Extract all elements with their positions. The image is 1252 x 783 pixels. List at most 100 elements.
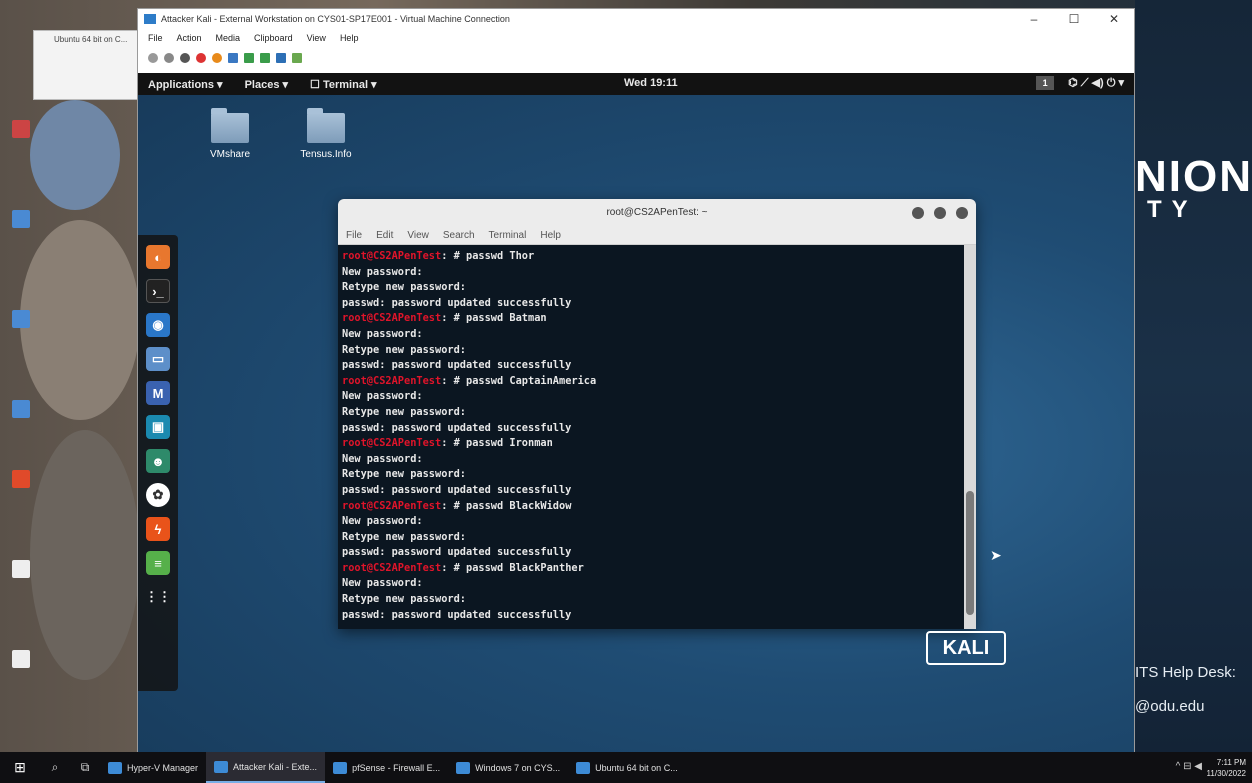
windows-start-icon[interactable]: ⊞ bbox=[0, 759, 40, 776]
app-icon bbox=[456, 761, 471, 774]
taskbar-task-button[interactable]: Hyper-V Manager bbox=[100, 752, 206, 783]
terminal-menu-search[interactable]: Search bbox=[443, 230, 475, 241]
search-icon[interactable]: ⌕ bbox=[40, 760, 70, 775]
vm-menu-view[interactable]: View bbox=[307, 33, 326, 43]
armitage-icon[interactable]: ▣ bbox=[146, 415, 170, 439]
taskbar-clock[interactable]: 7:11 PM 11/30/2022 bbox=[1207, 757, 1246, 779]
checkpoint-icon[interactable] bbox=[260, 53, 270, 63]
kali-system-tray[interactable]: 1 ⌬ ⟋ ◀) ⏻ ▾ bbox=[1036, 76, 1124, 90]
background-vm-window[interactable]: Ubuntu 64 bit on C... bbox=[33, 30, 143, 100]
vm-connection-window[interactable]: Attacker Kali - External Workstation on … bbox=[137, 8, 1135, 754]
metasploit-icon[interactable]: M bbox=[146, 381, 170, 405]
kali-guest-screen[interactable]: Applications ▾ Places ▾ ☐ Terminal ▾ Wed… bbox=[138, 73, 1134, 753]
taskbar-clock-time: 7:11 PM bbox=[1216, 758, 1246, 767]
terminal-menu-file[interactable]: File bbox=[346, 230, 362, 241]
desktop-folder-vmshare[interactable]: VMshare bbox=[190, 108, 270, 160]
vm-menu-action[interactable]: Action bbox=[177, 33, 202, 43]
enhanced-session-icon[interactable] bbox=[292, 53, 302, 63]
taskbar-task-label: Windows 7 on CYS... bbox=[475, 762, 561, 773]
host-wallpaper-right: NION TY ITS Help Desk: @odu.edu bbox=[1135, 0, 1252, 752]
terminal-line: root@CS2APenTest: # passwd BlackWidow bbox=[342, 499, 964, 515]
terminal-line: passwd: password updated successfully bbox=[342, 421, 964, 437]
host-desktop-icon[interactable] bbox=[12, 650, 30, 668]
host-desktop-icon[interactable] bbox=[12, 470, 30, 488]
reset-icon[interactable] bbox=[244, 53, 254, 63]
terminal-line: passwd: password updated successfully bbox=[342, 483, 964, 499]
terminal-text: Retype new password: bbox=[342, 468, 466, 481]
show-apps-icon[interactable]: ⋮⋮ bbox=[145, 585, 171, 609]
user-icon[interactable]: ☻ bbox=[146, 449, 170, 473]
taskbar-task-button[interactable]: pfSense - Firewall E... bbox=[325, 752, 448, 783]
terminal-icon[interactable]: ›_ bbox=[146, 279, 170, 303]
terminal-output[interactable]: root@CS2APenTest: # passwd Thor New passw… bbox=[338, 245, 964, 629]
terminal-titlebar[interactable]: root@CS2APenTest: ~ bbox=[338, 199, 976, 227]
terminal-text: : # passwd BlackWidow bbox=[441, 499, 572, 512]
taskbar-task-label: pfSense - Firewall E... bbox=[352, 762, 441, 773]
terminal-text: passwd: password updated successfully bbox=[342, 608, 572, 621]
wallpaper-help-text: ITS Help Desk: bbox=[1135, 664, 1236, 681]
terminal-text: : # passwd BlackPanther bbox=[441, 561, 584, 574]
vm-menu-help[interactable]: Help bbox=[340, 33, 359, 43]
host-desktop-icon[interactable] bbox=[12, 210, 30, 228]
taskbar-task-label: Attacker Kali - Exte... bbox=[233, 761, 318, 772]
save-icon[interactable] bbox=[212, 53, 222, 63]
terminal-close-button[interactable] bbox=[956, 207, 968, 219]
burpsuite-icon[interactable]: ϟ bbox=[146, 517, 170, 541]
host-desktop-icon[interactable] bbox=[12, 400, 30, 418]
kali-clock[interactable]: Wed 19:11 bbox=[624, 77, 678, 89]
ctrl-alt-del-icon[interactable] bbox=[148, 53, 158, 63]
kali-dock: ◐ ›_ ◉ ▭ M ▣ ☻ ✿ ϟ ≡ ⋮⋮ bbox=[138, 235, 178, 691]
host-desktop-icon[interactable] bbox=[12, 310, 30, 328]
terminal-menu-terminal[interactable]: Terminal bbox=[489, 230, 527, 241]
vm-titlebar[interactable]: Attacker Kali - External Workstation on … bbox=[138, 9, 1134, 29]
system-tray-icons[interactable]: ^ ⊟ ◀ bbox=[1176, 761, 1202, 772]
rock-image-3 bbox=[30, 430, 140, 680]
rock-image-2 bbox=[20, 220, 140, 420]
taskbar-task-button[interactable]: Attacker Kali - Exte... bbox=[206, 752, 326, 783]
terminal-line: passwd: password updated successfully bbox=[342, 545, 964, 561]
terminal-window[interactable]: root@CS2APenTest: ~ File Edit View Searc… bbox=[338, 199, 976, 629]
vm-toolbar bbox=[138, 47, 1134, 69]
terminal-app-menu[interactable]: ☐ Terminal ▾ bbox=[300, 78, 389, 91]
vm-menu-media[interactable]: Media bbox=[216, 33, 241, 43]
status-icons[interactable]: ⌬ ⟋ ◀) ⏻ ▾ bbox=[1068, 76, 1124, 90]
places-menu[interactable]: Places ▾ bbox=[235, 78, 300, 91]
maximize-button[interactable]: ☐ bbox=[1054, 12, 1094, 26]
host-desktop-icon[interactable] bbox=[12, 120, 30, 138]
maltego-icon[interactable]: ✿ bbox=[146, 483, 170, 507]
terminal-minimize-button[interactable] bbox=[912, 207, 924, 219]
vm-menu-file[interactable]: File bbox=[148, 33, 163, 43]
task-view-icon[interactable]: ⧉ bbox=[70, 760, 100, 775]
host-desktop-icon[interactable] bbox=[12, 560, 30, 578]
terminal-text: passwd: password updated successfully bbox=[342, 359, 572, 372]
terminal-menu-view[interactable]: View bbox=[407, 230, 429, 241]
notes-icon[interactable]: ≡ bbox=[146, 551, 170, 575]
visibility-icon[interactable]: ◉ bbox=[146, 313, 170, 337]
close-button[interactable]: ✕ bbox=[1094, 12, 1134, 26]
turn-off-icon[interactable] bbox=[180, 53, 190, 63]
terminal-text: New password: bbox=[342, 327, 423, 340]
workspace-indicator[interactable]: 1 bbox=[1036, 76, 1055, 90]
terminal-scrollbar[interactable] bbox=[964, 245, 976, 629]
terminal-maximize-button[interactable] bbox=[934, 207, 946, 219]
terminal-text: passwd: password updated successfully bbox=[342, 483, 572, 496]
taskbar-task-label: Hyper-V Manager bbox=[127, 762, 199, 773]
shutdown-icon[interactable] bbox=[196, 53, 206, 63]
applications-menu[interactable]: Applications ▾ bbox=[138, 78, 235, 91]
terminal-text: New password: bbox=[342, 390, 423, 403]
files-icon[interactable]: ▭ bbox=[146, 347, 170, 371]
desktop-folder-tensus[interactable]: Tensus.Info bbox=[286, 108, 366, 160]
terminal-text: New password: bbox=[342, 577, 423, 590]
firefox-icon[interactable]: ◐ bbox=[146, 245, 170, 269]
start-icon[interactable] bbox=[164, 53, 174, 63]
minimize-button[interactable]: – bbox=[1014, 12, 1054, 26]
terminal-scrollbar-thumb[interactable] bbox=[966, 491, 974, 615]
taskbar-task-button[interactable]: Ubuntu 64 bit on C... bbox=[568, 752, 686, 783]
terminal-line: root@CS2APenTest: # passwd BlackPanther bbox=[342, 561, 964, 577]
revert-icon[interactable] bbox=[276, 53, 286, 63]
terminal-menu-edit[interactable]: Edit bbox=[376, 230, 393, 241]
pause-icon[interactable] bbox=[228, 53, 238, 63]
vm-menu-clipboard[interactable]: Clipboard bbox=[254, 33, 293, 43]
taskbar-task-button[interactable]: Windows 7 on CYS... bbox=[448, 752, 568, 783]
terminal-menu-help[interactable]: Help bbox=[540, 230, 561, 241]
